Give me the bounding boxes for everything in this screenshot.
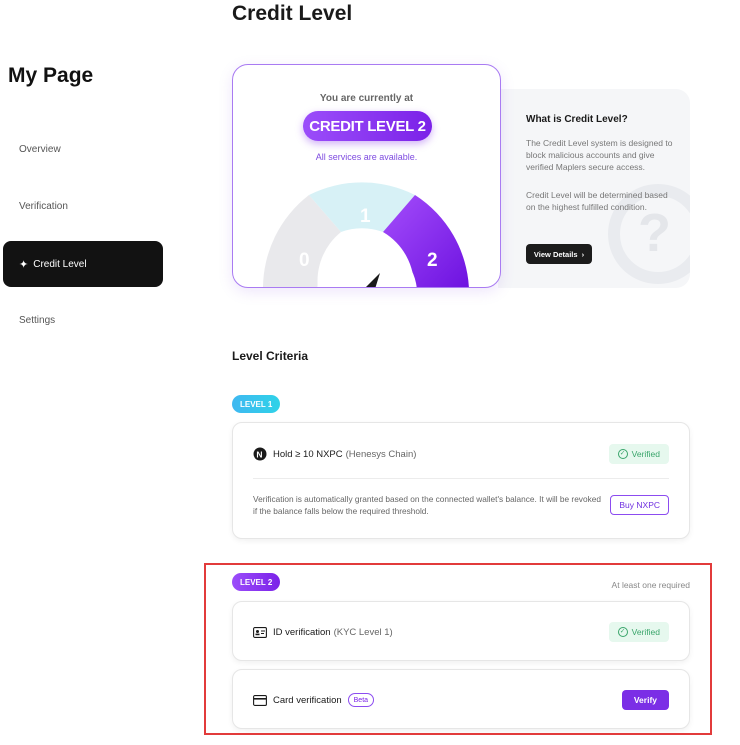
sidebar-item-label: Verification (19, 200, 68, 212)
sidebar-item-label: Overview (19, 143, 61, 155)
credit-card-icon (253, 694, 267, 706)
sidebar-item-credit-level[interactable]: ✦ Credit Level (3, 241, 163, 287)
check-circle-icon: ✓ (617, 449, 628, 459)
info-title: What is Credit Level? (526, 114, 628, 125)
status-label: Verified (631, 449, 660, 459)
page-title: Credit Level (232, 2, 353, 25)
level-2-badge: LEVEL 2 (232, 573, 281, 591)
at-least-one-required-note: At least one required (611, 580, 690, 590)
nxpc-criterion-label: Hold ≥ 10 NXPC (273, 448, 343, 460)
gauge-hub (317, 243, 417, 287)
level-1-badge: LEVEL 1 (232, 395, 281, 413)
divider (253, 478, 669, 479)
card-verification-row: Card verification Beta (253, 690, 375, 710)
view-details-label: View Details (533, 249, 578, 259)
card-verification-card: Card verification Beta Verify (232, 669, 690, 729)
id-card-icon (253, 626, 267, 638)
card-verification-label: Card verification (273, 694, 342, 706)
chevron-right-icon: › (581, 249, 585, 259)
check-circle-icon: ✓ (617, 627, 628, 637)
view-details-button[interactable]: View Details › (526, 244, 592, 264)
nxpc-criterion-row: N Hold ≥ 10 NXPC (Henesys Chain) (253, 444, 416, 464)
sidebar-item-label: Settings (19, 314, 56, 326)
beta-tag: Beta (347, 693, 375, 707)
current-level-card: 0 1 2 You are currently at CREDIT LEVEL … (232, 64, 501, 288)
id-verification-card: ID verification (KYC Level 1) ✓ Verified (232, 601, 690, 661)
id-verification-sub: (KYC Level 1) (333, 626, 393, 638)
buy-nxpc-button[interactable]: Buy NXPC (610, 495, 669, 515)
nxpc-description: Verification is automatically granted ba… (253, 494, 601, 516)
my-page-title: My Page (8, 64, 94, 87)
info-paragraph: The Credit Level system is designed to b… (526, 138, 673, 172)
id-verification-row: ID verification (KYC Level 1) (253, 622, 393, 642)
sidebar-item-settings[interactable]: Settings (3, 297, 163, 343)
info-paragraph: Credit Level will be determined based on… (526, 190, 668, 212)
sidebar-item-overview[interactable]: Overview (3, 126, 163, 172)
nxpc-token-icon: N (253, 447, 267, 461)
sidebar-item-verification[interactable]: Verification (3, 183, 163, 229)
nxpc-criterion-sub: (Henesys Chain) (345, 448, 417, 460)
gauge-label-2: 2 (427, 250, 438, 271)
currently-at-text: You are currently at (319, 93, 414, 104)
sparkle-icon: ✦ (19, 258, 29, 271)
level-criteria-title: Level Criteria (232, 349, 309, 363)
verify-card-button[interactable]: Verify (621, 690, 669, 710)
status-badge: ✓ Verified (608, 444, 669, 464)
level-1-card: N Hold ≥ 10 NXPC (Henesys Chain) ✓ Verif… (232, 422, 690, 539)
status-label: Verified (631, 627, 660, 637)
credit-level-pill: CREDIT LEVEL 2 (303, 111, 432, 141)
availability-text: All services are available. (315, 152, 418, 162)
id-verification-label: ID verification (273, 626, 331, 638)
status-badge: ✓ Verified (608, 622, 669, 642)
gauge-label-1: 1 (360, 206, 371, 227)
credit-level-info-panel: ? What is Credit Level? The Credit Level… (498, 89, 690, 288)
gauge-label-0: 0 (299, 250, 310, 271)
sidebar-item-label: Credit Level (33, 258, 87, 270)
svg-text:N: N (256, 449, 262, 459)
